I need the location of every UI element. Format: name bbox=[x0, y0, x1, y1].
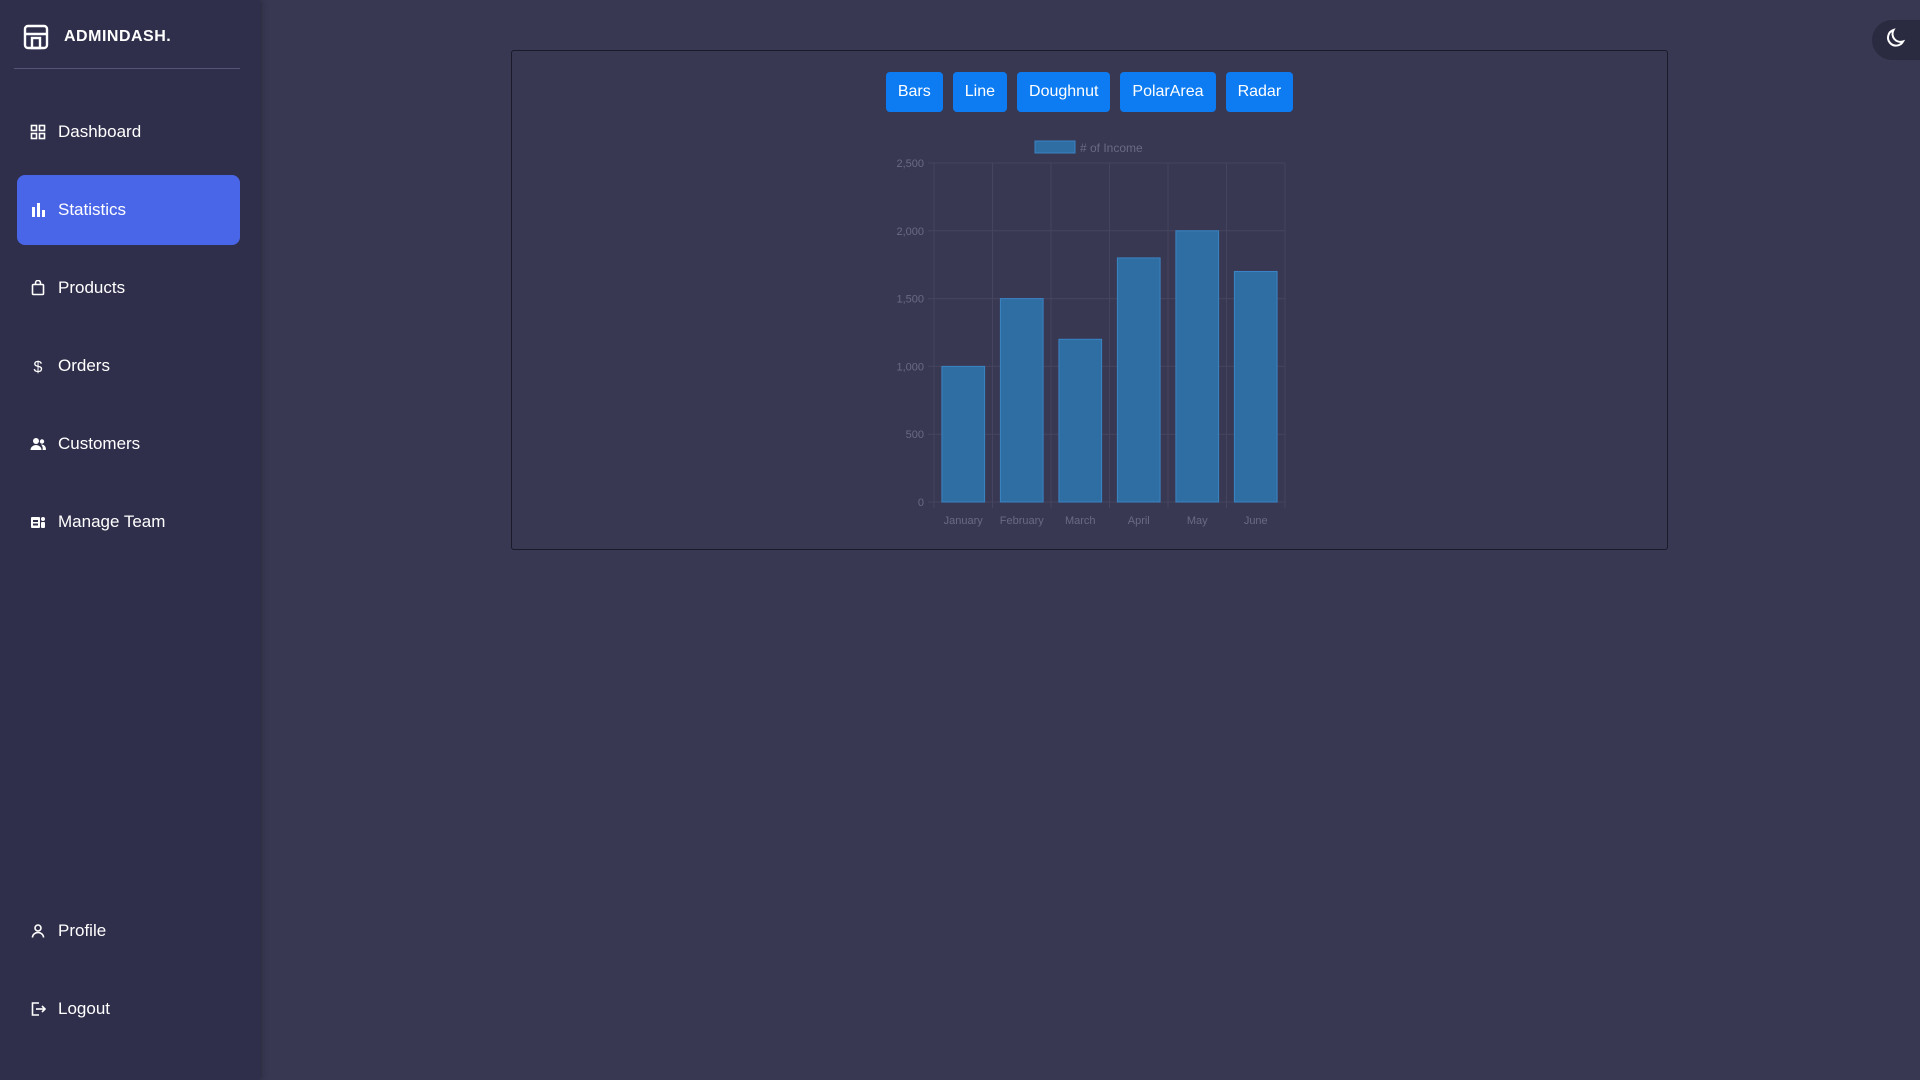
store-icon bbox=[23, 24, 49, 50]
bar bbox=[941, 365, 986, 503]
sidebar-item-profile[interactable]: Profile bbox=[17, 896, 240, 966]
x-tick-label: March bbox=[1065, 515, 1096, 527]
legend-swatch bbox=[1034, 140, 1076, 154]
sidebar-item-label: Customers bbox=[58, 434, 141, 453]
y-tick-label: 1,000 bbox=[896, 361, 924, 373]
brand-divider bbox=[14, 68, 240, 69]
sidebar-item-products[interactable]: Products bbox=[17, 253, 240, 323]
logout-icon bbox=[30, 1001, 46, 1017]
sidebar-item-label: Profile bbox=[58, 921, 107, 940]
shopping-bag-icon bbox=[30, 280, 46, 296]
chart-card: Bars Line Doughnut PolarArea Radar 0 500 1… bbox=[511, 50, 1668, 550]
bar-chart: 0 500 1,000 1,500 2,000 2,500 January February M… bbox=[896, 140, 1286, 527]
sidebar-item-logout[interactable]: Logout bbox=[17, 974, 240, 1044]
svg-text:$: $ bbox=[34, 359, 43, 374]
bar bbox=[1175, 230, 1220, 503]
sidebar-item-label: Manage Team bbox=[58, 512, 166, 531]
dollar-icon: $ bbox=[30, 358, 46, 374]
x-tick-label: June bbox=[1244, 515, 1268, 527]
moon-icon bbox=[1886, 27, 1908, 54]
y-tick-label: 2,000 bbox=[896, 226, 924, 238]
y-tick-label: 0 bbox=[918, 497, 924, 509]
person-icon bbox=[30, 923, 46, 939]
y-tick-label: 1,500 bbox=[896, 294, 924, 306]
brand[interactable]: ADMINDASH. bbox=[22, 22, 171, 52]
sidebar-item-label: Statistics bbox=[58, 200, 127, 219]
x-tick-label: January bbox=[944, 515, 984, 527]
bar bbox=[1058, 338, 1103, 503]
brand-title: ADMINDASH. bbox=[64, 28, 172, 45]
bar bbox=[1116, 257, 1161, 503]
team-icon bbox=[30, 514, 46, 530]
sidebar-item-customers[interactable]: Customers bbox=[17, 409, 240, 479]
x-tick-label: May bbox=[1187, 515, 1208, 527]
y-tick-label: 2,500 bbox=[896, 158, 924, 170]
sidebar-item-label: Orders bbox=[58, 356, 110, 375]
bar bbox=[1233, 270, 1278, 503]
bar bbox=[999, 298, 1044, 503]
sidebar-item-label: Dashboard bbox=[58, 122, 142, 141]
theme-toggle-button[interactable] bbox=[1872, 20, 1920, 60]
sidebar: ADMINDASH. Dashboard Statistics Products… bbox=[0, 0, 260, 1080]
sidebar-item-label: Products bbox=[58, 278, 126, 297]
bar-chart-icon bbox=[30, 202, 46, 218]
sidebar-item-label: Logout bbox=[58, 999, 110, 1018]
grid-icon bbox=[30, 124, 46, 140]
sidebar-item-dashboard[interactable]: Dashboard bbox=[17, 97, 240, 167]
sidebar-item-manage-team[interactable]: Manage Team bbox=[17, 487, 240, 557]
sidebar-item-orders[interactable]: $ Orders bbox=[17, 331, 240, 401]
x-tick-label: April bbox=[1128, 515, 1150, 527]
y-tick-label: 500 bbox=[906, 429, 924, 441]
users-icon bbox=[30, 436, 46, 452]
legend-label: # of Income bbox=[1080, 141, 1143, 155]
x-tick-label: February bbox=[1000, 515, 1045, 527]
sidebar-item-statistics[interactable]: Statistics bbox=[17, 175, 240, 245]
